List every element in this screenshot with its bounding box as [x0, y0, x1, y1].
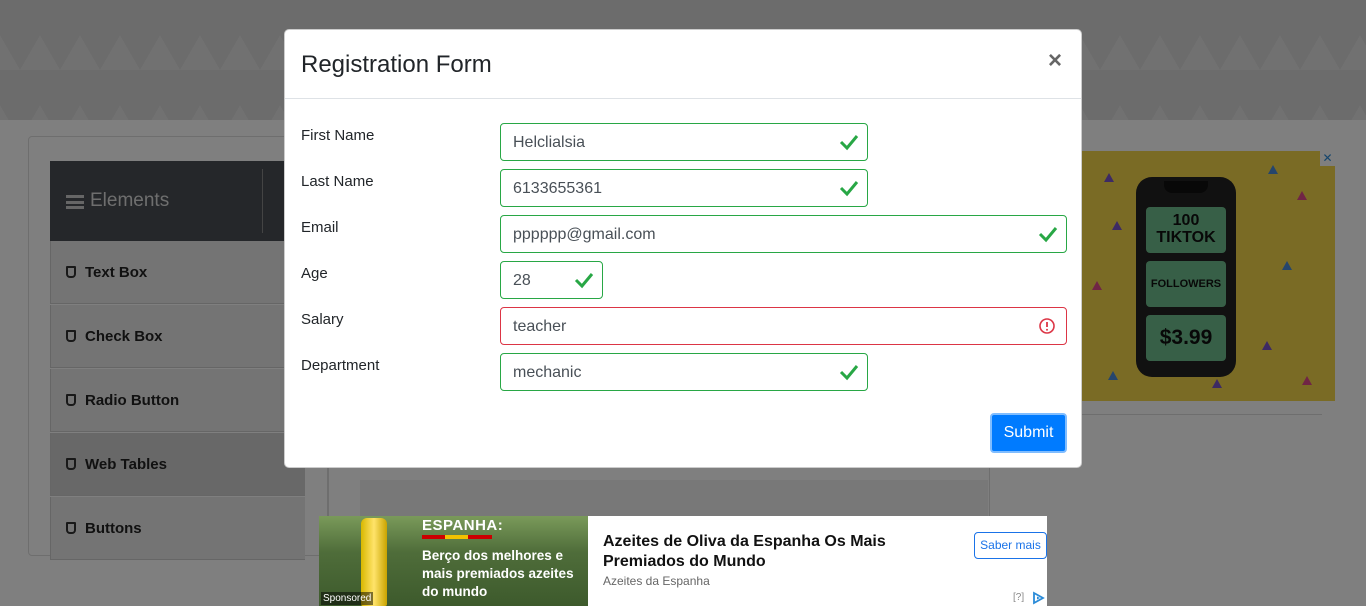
ad-image-title: ESPANHA: [422, 517, 504, 534]
age-label: Age [301, 265, 328, 282]
ad-title[interactable]: Azeites de Oliva da Espanha Os Mais Prem… [603, 532, 933, 572]
email-value: pppppp@gmail.com [513, 226, 656, 243]
email-label: Email [301, 219, 339, 236]
error-icon [1039, 318, 1055, 334]
department-label: Department [301, 357, 380, 374]
sponsored-label: Sponsored [321, 592, 374, 605]
ad-brand: Azeites da Espanha [603, 574, 710, 588]
age-input[interactable]: 28 [500, 261, 603, 299]
ad-image-subtitle: Berço dos melhores e mais premiados azei… [422, 548, 574, 599]
modal-title: Registration Form [301, 51, 492, 78]
modal-header: Registration Form × [285, 30, 1081, 99]
check-icon [574, 273, 594, 289]
last-name-input[interactable]: 6133655361 [500, 169, 868, 207]
bottom-ad-banner[interactable]: ESPANHA: Berço dos melhores e mais premi… [319, 516, 1047, 606]
adchoices-icon[interactable] [1031, 591, 1045, 605]
salary-value: teacher [513, 318, 567, 335]
email-input[interactable]: pppppp@gmail.com [500, 215, 1067, 253]
age-value: 28 [513, 272, 531, 289]
first-name-label: First Name [301, 127, 375, 144]
close-icon[interactable]: × [1048, 47, 1062, 75]
department-value: mechanic [513, 364, 582, 381]
check-icon [839, 135, 859, 151]
check-icon [839, 181, 859, 197]
first-name-value: Helclialsia [513, 134, 586, 151]
last-name-label: Last Name [301, 173, 374, 190]
ad-info-link[interactable]: [?] [1013, 592, 1024, 603]
registration-modal: Registration Form × First Name Helclials… [284, 29, 1082, 468]
saber-mais-button[interactable]: Saber mais [974, 532, 1047, 559]
submit-button[interactable]: Submit [990, 413, 1067, 453]
spain-flag-icon [422, 535, 492, 539]
salary-label: Salary [301, 311, 344, 328]
check-icon [839, 365, 859, 381]
salary-input[interactable]: teacher [500, 307, 1067, 345]
check-icon [1038, 227, 1058, 243]
first-name-input[interactable]: Helclialsia [500, 123, 868, 161]
last-name-value: 6133655361 [513, 180, 602, 197]
ad-image[interactable]: ESPANHA: Berço dos melhores e mais premi… [319, 516, 588, 606]
department-input[interactable]: mechanic [500, 353, 868, 391]
